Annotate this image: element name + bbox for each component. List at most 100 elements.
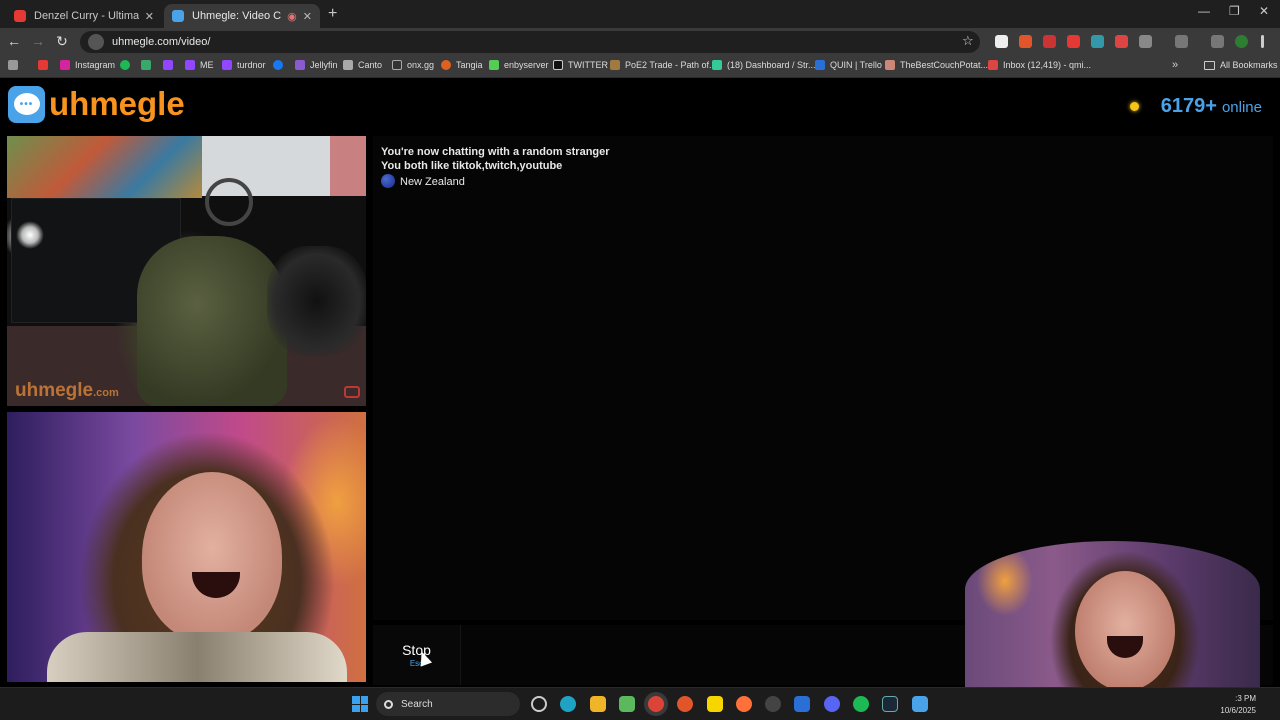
site-info-icon[interactable] [88, 34, 104, 50]
tab-youtube[interactable]: Denzel Curry - Ultimate (BADB ✕ [6, 4, 162, 28]
youtube-icon [38, 60, 48, 70]
chat-status-message: You're now chatting with a random strang… [381, 146, 610, 158]
spotify-icon[interactable] [853, 696, 869, 712]
browser-toolbar: ← → ↻ uhmegle.com/video/ ☆ [0, 28, 1280, 56]
extension-red-icon[interactable] [1115, 35, 1128, 48]
twitch-icon [163, 60, 173, 70]
extension-fox-icon[interactable] [1019, 35, 1032, 48]
onx-icon [392, 60, 402, 70]
extension-record-icon[interactable] [1043, 35, 1056, 48]
search-icon [384, 699, 393, 709]
bookmark-twitch[interactable] [163, 60, 178, 70]
bookmark-me[interactable]: ME [185, 60, 214, 70]
url-text: uhmegle.com/video/ [112, 36, 211, 48]
bookmark-couchpotato[interactable]: TheBestCouchPotat... [885, 60, 988, 70]
x-icon [553, 60, 563, 70]
basketball-icon[interactable] [677, 696, 693, 712]
taskbar-clock[interactable]: :3 PM 10/6/2025 [1220, 693, 1256, 717]
profile-avatar[interactable] [1235, 35, 1248, 48]
sidepanel-icon[interactable] [1175, 35, 1188, 48]
twitch-icon [185, 60, 195, 70]
windows-start-icon[interactable] [352, 696, 368, 712]
twitch-icon [222, 60, 232, 70]
media-icon[interactable] [1211, 35, 1224, 48]
app-dark-icon[interactable] [765, 696, 781, 712]
more-bookmarks-icon[interactable]: » [1172, 59, 1178, 71]
file-explorer-icon[interactable] [590, 696, 606, 712]
bookmark-inbox[interactable]: Inbox (12,419) - qmi... [988, 60, 1091, 70]
bookmark-tangia[interactable]: Tangia [441, 60, 483, 70]
bookmark-dashboard[interactable]: (18) Dashboard / Str... [712, 60, 816, 70]
instagram-icon [60, 60, 70, 70]
taskview-icon[interactable] [531, 696, 547, 712]
edge-icon[interactable] [560, 696, 576, 712]
stranger-person [137, 236, 287, 406]
tab-strip: Denzel Curry - Ultimate (BADB ✕ Uhmegle:… [0, 0, 1280, 28]
taskbar-search[interactable]: Search [376, 692, 520, 716]
extensions-puzzle-icon[interactable] [1139, 35, 1152, 48]
notepad-icon[interactable] [912, 696, 928, 712]
media-player-icon[interactable] [619, 696, 635, 712]
trello-icon [815, 60, 825, 70]
minimize-icon[interactable]: — [1198, 4, 1210, 18]
all-bookmarks-button[interactable]: All Bookmarks [1204, 60, 1278, 70]
bookmark-turdnor[interactable]: turdnor [222, 60, 266, 70]
message-input[interactable] [463, 625, 963, 685]
bookmark-canto[interactable]: Canto [343, 60, 382, 70]
extension-youtube-icon[interactable] [1067, 35, 1080, 48]
tab-uhmegle[interactable]: Uhmegle: Video Chat | Ome ◉ ✕ [164, 4, 320, 28]
bookmark-enbyserver[interactable]: enbyserver [489, 60, 549, 70]
steering-wheel [205, 178, 253, 226]
forward-icon[interactable]: → [29, 33, 47, 49]
jellyfin-icon [295, 60, 305, 70]
bookmark-youtube[interactable] [38, 60, 53, 70]
tab-title: Denzel Curry - Ultimate (BADB [34, 10, 139, 22]
apps-grid-icon[interactable] [8, 60, 23, 70]
bookmark-twitter[interactable]: TWITTER [553, 60, 608, 70]
close-window-icon[interactable]: ✕ [1259, 4, 1269, 18]
site-logo[interactable]: ••• uhmegle [8, 85, 185, 123]
bookmark-poe2-trade[interactable]: PoE2 Trade - Path of... [610, 60, 717, 70]
bookmarks-bar: Instagram ME turdnor Jellyfin Canto onx.… [0, 56, 1280, 78]
discord-icon[interactable] [824, 696, 840, 712]
chat-country: New Zealand [381, 174, 465, 188]
menu-icon[interactable] [1261, 35, 1264, 48]
self-video [7, 412, 366, 682]
tangia-icon [441, 60, 451, 70]
bookmark-star-icon[interactable]: ☆ [962, 33, 974, 49]
bookmark-facebook[interactable] [273, 60, 288, 70]
bookmark-instagram[interactable]: Instagram [60, 60, 115, 70]
uhmegle-icon [172, 10, 184, 22]
dashboard-icon [712, 60, 722, 70]
folder-icon [1204, 60, 1215, 70]
spotify-icon [120, 60, 130, 70]
stranger-video: uhmegle.com [7, 136, 366, 406]
bookmark-onx[interactable]: onx.gg [392, 60, 434, 70]
reload-icon[interactable]: ↻ [53, 33, 71, 50]
bookmark-app[interactable] [141, 60, 156, 70]
app-blue-icon[interactable] [794, 696, 810, 712]
close-tab-icon[interactable]: ✕ [303, 10, 312, 23]
firefox-icon[interactable] [736, 696, 752, 712]
chrome-icon[interactable] [648, 696, 664, 712]
extension-translate-icon[interactable] [1091, 35, 1104, 48]
address-bar[interactable]: uhmegle.com/video/ [80, 31, 980, 53]
report-icon[interactable] [344, 386, 360, 398]
extension-k-icon[interactable] [995, 35, 1008, 48]
sticky-notes-icon[interactable] [707, 696, 723, 712]
windows-taskbar: Search :3 PM 10/6/2025 [0, 687, 1280, 720]
back-icon[interactable]: ← [5, 33, 23, 49]
bookmark-jellyfin[interactable]: Jellyfin [295, 60, 338, 70]
camera-overlay [965, 541, 1260, 687]
bookmark-trello[interactable]: QUIN | Trello [815, 60, 882, 70]
poe-icon [610, 60, 620, 70]
clock-time: :3 PM [1235, 694, 1256, 703]
new-tab-button[interactable]: + [328, 5, 337, 23]
restore-icon[interactable]: ❐ [1229, 4, 1240, 18]
youtube-icon [14, 10, 26, 22]
steam-icon[interactable] [882, 696, 898, 712]
uhmegle-watermark: uhmegle.com [15, 380, 119, 401]
chat-interests-message: You both like tiktok,twitch,youtube [381, 160, 563, 172]
close-tab-icon[interactable]: ✕ [145, 10, 154, 23]
bookmark-spotify[interactable] [120, 60, 135, 70]
